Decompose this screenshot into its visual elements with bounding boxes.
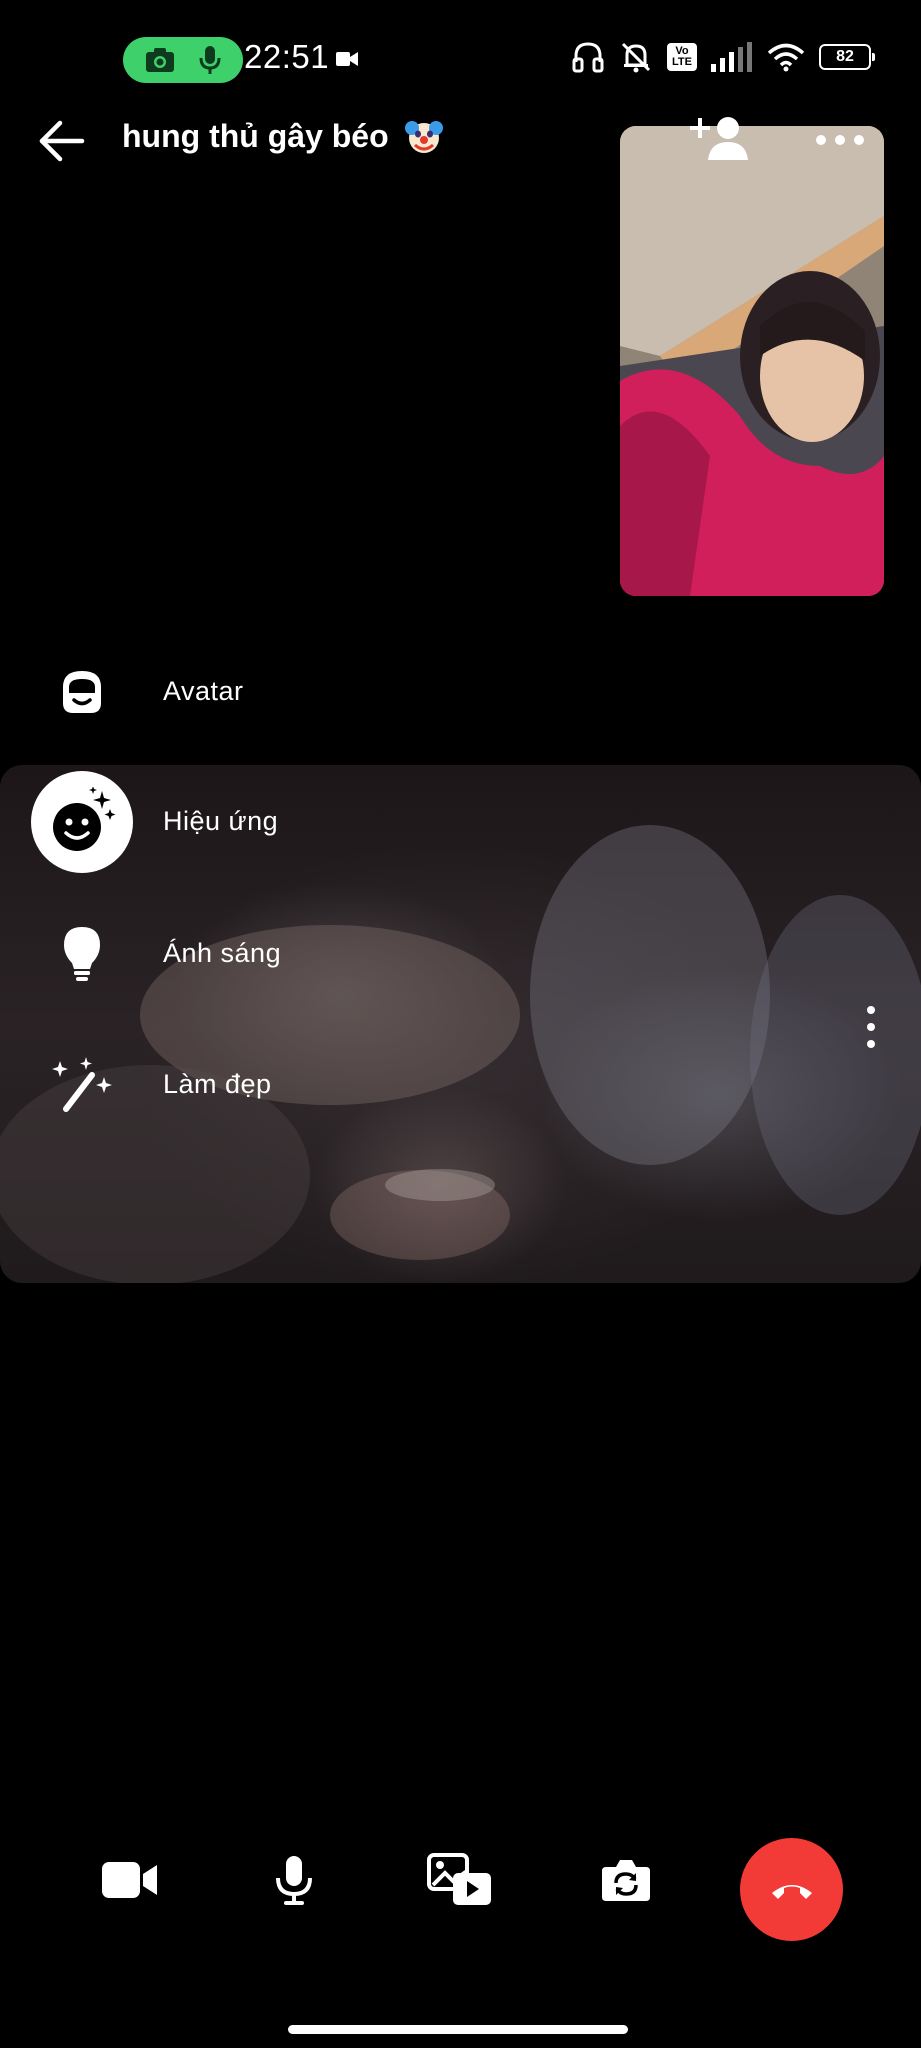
end-call-icon	[771, 1884, 812, 1899]
home-indicator[interactable]	[288, 2025, 628, 2034]
menu-item-avatar[interactable]: Avatar	[0, 637, 921, 747]
share-media-icon	[427, 1853, 491, 1905]
magic-wand-icon	[52, 1057, 112, 1112]
microphone-icon	[199, 46, 220, 74]
privacy-indicator-pill	[123, 37, 243, 83]
video-call-screen: 22:51 Vo LTE 82 hung thủ gây béo Avatar …	[0, 0, 921, 2048]
self-camera-preview[interactable]	[620, 126, 884, 596]
wifi-icon	[767, 43, 805, 72]
menu-label-beauty: Làm đẹp	[163, 1069, 272, 1099]
headphones-icon	[572, 42, 604, 73]
chat-title[interactable]: hung thủ gây béo	[122, 118, 444, 156]
status-bar: 22:51 Vo LTE 82	[0, 0, 921, 120]
menu-label-effects: Hiệu ứng	[163, 806, 279, 836]
menu-item-lighting[interactable]: Ánh sáng	[0, 899, 921, 1009]
menu-label-avatar: Avatar	[163, 676, 244, 706]
clown-face-emoji	[404, 120, 443, 153]
camera-icon	[145, 48, 174, 72]
more-horizontal-icon[interactable]	[815, 130, 865, 150]
status-time: 22:51	[244, 38, 330, 75]
self-preview-image	[620, 126, 884, 596]
chat-title-text: hung thủ gây béo	[122, 118, 389, 154]
volte-icon: Vo LTE	[667, 43, 697, 71]
flip-camera-icon	[602, 1860, 650, 1901]
menu-label-lighting: Ánh sáng	[163, 938, 282, 968]
video-toggle-button[interactable]	[80, 1830, 180, 1930]
share-media-button[interactable]	[410, 1830, 510, 1930]
microphone-icon	[276, 1856, 312, 1905]
video-camera-icon	[102, 1862, 157, 1898]
lighting-icon-wrap	[31, 903, 133, 1005]
effects-icon-wrap-selected	[31, 771, 133, 873]
video-recording-icon	[336, 52, 358, 66]
add-person-icon[interactable]	[688, 114, 752, 164]
menu-item-beauty[interactable]: Làm đẹp	[0, 1030, 921, 1140]
battery-icon: 82	[819, 44, 875, 70]
end-call-button[interactable]	[740, 1838, 843, 1941]
arrow-left-icon[interactable]	[36, 118, 88, 164]
avatar-icon	[63, 671, 101, 713]
flip-camera-button[interactable]	[576, 1830, 676, 1930]
avatar-icon-wrap	[31, 641, 133, 743]
effects-smiley-icon	[53, 787, 116, 851]
menu-item-effects[interactable]: Hiệu ứng	[0, 767, 921, 877]
signal-icon	[711, 42, 752, 72]
lightbulb-icon	[64, 927, 100, 981]
beauty-icon-wrap	[31, 1034, 133, 1136]
status-icons: Vo LTE 82	[571, 40, 875, 74]
mic-toggle-button[interactable]	[244, 1830, 344, 1930]
bell-muted-icon	[621, 42, 651, 73]
